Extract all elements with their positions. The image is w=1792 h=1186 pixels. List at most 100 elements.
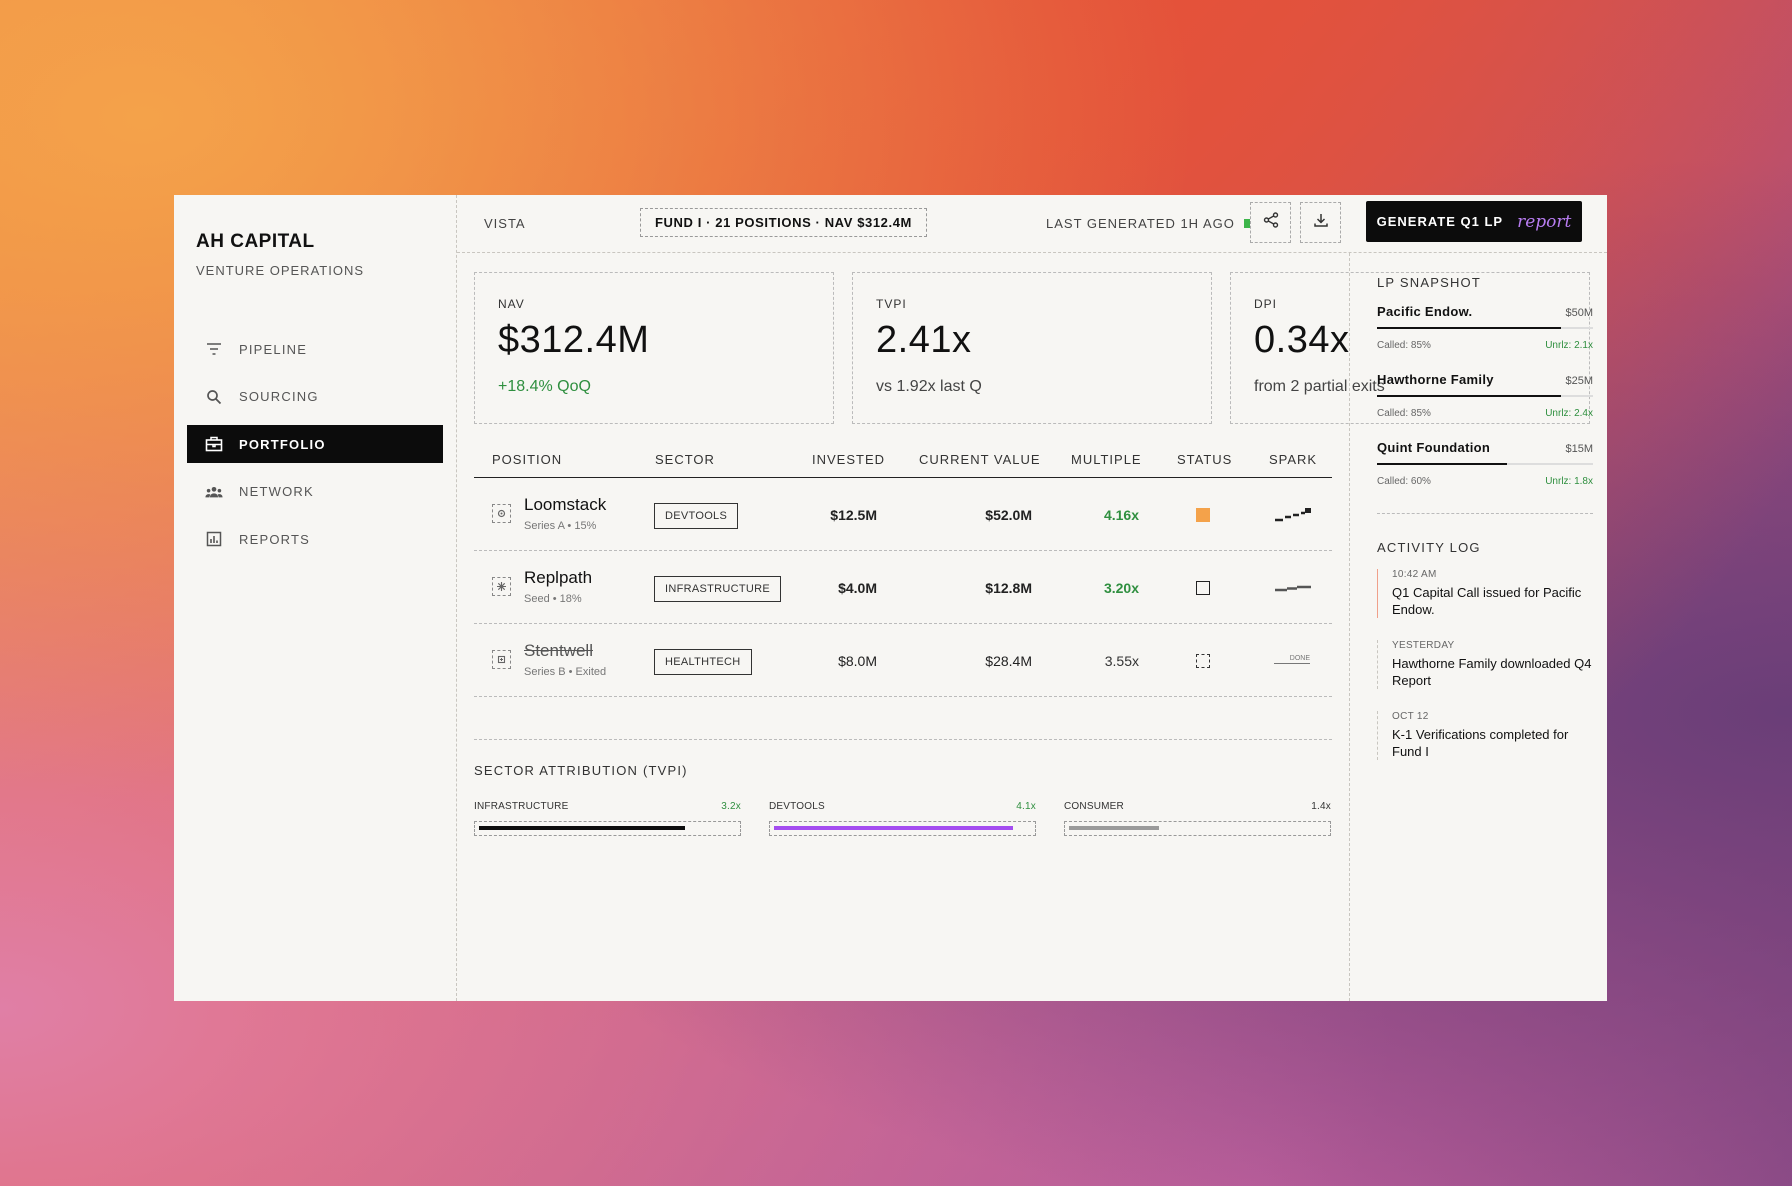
breadcrumb[interactable]: VISTA — [484, 216, 526, 231]
company-meta: Seed • 18% — [524, 593, 582, 605]
bar-chart-icon — [205, 530, 223, 548]
sector-label: CONSUMER — [1064, 801, 1124, 812]
sector-bar-track — [769, 821, 1036, 836]
kpi-card-nav: NAV $312.4M +18.4% QoQ — [474, 272, 834, 424]
positions-table: POSITION SECTOR INVESTED CURRENT VALUE M… — [474, 440, 1332, 697]
brand-subtitle: VENTURE OPERATIONS — [196, 263, 365, 278]
sector-tvpi: 3.2x — [721, 801, 741, 812]
share-button[interactable] — [1250, 202, 1291, 243]
sector-bar-track — [1064, 821, 1331, 836]
generate-button-label: GENERATE Q1 LP — [1376, 214, 1504, 229]
people-icon — [205, 483, 223, 501]
sidebar-item-network[interactable]: NETWORK — [187, 473, 443, 511]
generate-button-suffix: report — [1517, 211, 1572, 232]
column-header-invested[interactable]: INVESTED — [812, 452, 885, 467]
current-value: $12.8M — [985, 580, 1032, 596]
kpi-card-tvpi: TVPI 2.41x vs 1.92x last Q — [852, 272, 1212, 424]
sparkline-done-label: DONE — [1274, 654, 1310, 664]
company-icon — [492, 577, 511, 596]
download-button[interactable] — [1300, 202, 1341, 243]
activity-item[interactable]: 10:42 AM Q1 Capital Call issued for Paci… — [1377, 569, 1593, 618]
lp-progress-bar — [1377, 395, 1593, 397]
filter-icon — [205, 340, 223, 358]
lp-snapshot-title: LP SNAPSHOT — [1377, 275, 1481, 290]
company-name[interactable]: Stentwell — [524, 641, 593, 661]
kpi-value: $312.4M — [498, 319, 650, 361]
table-row[interactable]: Loomstack Series A • 15% DEVTOOLS $12.5M… — [474, 478, 1332, 551]
sidebar-item-label: PORTFOLIO — [239, 436, 326, 452]
lp-item[interactable]: Hawthorne Family $25M Called: 85% Unrlz:… — [1377, 372, 1593, 419]
table-row[interactable]: Replpath Seed • 18% INFRASTRUCTURE $4.0M… — [474, 551, 1332, 624]
lp-unrealized: Unrlz: 1.8x — [1545, 476, 1593, 487]
activity-time: YESTERDAY — [1392, 640, 1455, 651]
last-generated-text: LAST GENERATED 1H AGO — [1046, 216, 1235, 231]
activity-item[interactable]: YESTERDAY Hawthorne Family downloaded Q4… — [1377, 640, 1593, 689]
invested-value: $4.0M — [838, 580, 877, 596]
column-header-status[interactable]: STATUS — [1177, 452, 1232, 467]
sector-bar-fill — [479, 826, 685, 830]
generate-report-button[interactable]: GENERATE Q1 LP report — [1366, 201, 1582, 242]
lp-unrealized: Unrlz: 2.4x — [1545, 408, 1593, 419]
top-bar: VISTA FUND I · 21 POSITIONS · NAV $312.4… — [457, 195, 1607, 253]
sector-attribution-consumer: CONSUMER 1.4x — [1064, 801, 1331, 836]
company-name[interactable]: Replpath — [524, 568, 592, 588]
section-divider — [1377, 513, 1593, 514]
column-header-position[interactable]: POSITION — [492, 452, 562, 467]
download-icon — [1313, 212, 1329, 233]
sector-bar-track — [474, 821, 741, 836]
sidebar-item-sourcing[interactable]: SOURCING — [187, 378, 443, 416]
sector-bar-fill — [774, 826, 1013, 830]
sidebar-item-reports[interactable]: REPORTS — [187, 520, 443, 558]
sidebar-nav: PIPELINE SOURCING PORTFOLIO NETWORK REPO… — [174, 330, 456, 558]
multiple-value: 3.55x — [1104, 653, 1139, 669]
kpi-label: NAV — [498, 297, 525, 311]
sparkline — [1274, 504, 1312, 529]
lp-called: Called: 60% — [1377, 476, 1431, 487]
sector-tag: DEVTOOLS — [654, 503, 739, 529]
current-value: $28.4M — [985, 653, 1032, 669]
brand-name: AH CAPITAL — [196, 231, 315, 252]
lp-item[interactable]: Quint Foundation $15M Called: 60% Unrlz:… — [1377, 440, 1593, 487]
lp-name: Hawthorne Family — [1377, 372, 1494, 387]
lp-item[interactable]: Pacific Endow. $50M Called: 85% Unrlz: 2… — [1377, 304, 1593, 351]
lp-called: Called: 85% — [1377, 408, 1431, 419]
table-row[interactable]: Stentwell Series B • Exited HEALTHTECH $… — [474, 624, 1332, 697]
column-header-current-value[interactable]: CURRENT VALUE — [919, 452, 1041, 467]
multiple-value: 3.20x — [1103, 580, 1139, 596]
company-name[interactable]: Loomstack — [524, 495, 606, 515]
fund-chip[interactable]: FUND I · 21 POSITIONS · NAV $312.4M — [640, 208, 927, 237]
sector-attribution-infrastructure: INFRASTRUCTURE 3.2x — [474, 801, 741, 836]
kpi-change: +18.4% QoQ — [498, 378, 591, 395]
status-indicator — [1196, 508, 1210, 522]
company-icon — [492, 650, 511, 669]
column-header-sector[interactable]: SECTOR — [655, 452, 715, 467]
status-indicator — [1196, 654, 1210, 668]
sector-attribution-title: SECTOR ATTRIBUTION (TVPI) — [474, 763, 688, 778]
activity-message: Q1 Capital Call issued for Pacific Endow… — [1392, 585, 1582, 617]
sidebar-item-label: SOURCING — [239, 389, 319, 404]
sidebar-item-pipeline[interactable]: PIPELINE — [187, 330, 443, 368]
search-icon — [205, 388, 223, 406]
main-content: VISTA FUND I · 21 POSITIONS · NAV $312.4… — [457, 195, 1607, 1001]
activity-log-title: ACTIVITY LOG — [1377, 540, 1481, 555]
lp-unrealized: Unrlz: 2.1x — [1545, 340, 1593, 351]
activity-item[interactable]: OCT 12 K-1 Verifications completed for F… — [1377, 711, 1593, 760]
invested-value: $12.5M — [830, 507, 877, 523]
sparkline: DONE — [1274, 654, 1310, 664]
right-panel: LP SNAPSHOT Pacific Endow. $50M Called: … — [1349, 253, 1607, 1001]
briefcase-icon — [205, 435, 223, 453]
activity-message: K-1 Verifications completed for Fund I — [1392, 727, 1569, 759]
lp-called: Called: 85% — [1377, 340, 1431, 351]
lp-progress-fill — [1377, 463, 1507, 465]
sidebar-item-portfolio[interactable]: PORTFOLIO — [187, 425, 443, 463]
sector-label: DEVTOOLS — [769, 801, 825, 812]
lp-progress-fill — [1377, 327, 1561, 329]
activity-time: 10:42 AM — [1392, 569, 1437, 580]
company-meta: Series A • 15% — [524, 520, 597, 532]
sector-tag: HEALTHTECH — [654, 649, 752, 675]
lp-commitment: $50M — [1565, 307, 1593, 319]
sector-tvpi: 1.4x — [1311, 801, 1331, 812]
column-header-multiple[interactable]: MULTIPLE — [1071, 452, 1142, 467]
lp-name: Quint Foundation — [1377, 440, 1491, 455]
current-value: $52.0M — [985, 507, 1032, 523]
